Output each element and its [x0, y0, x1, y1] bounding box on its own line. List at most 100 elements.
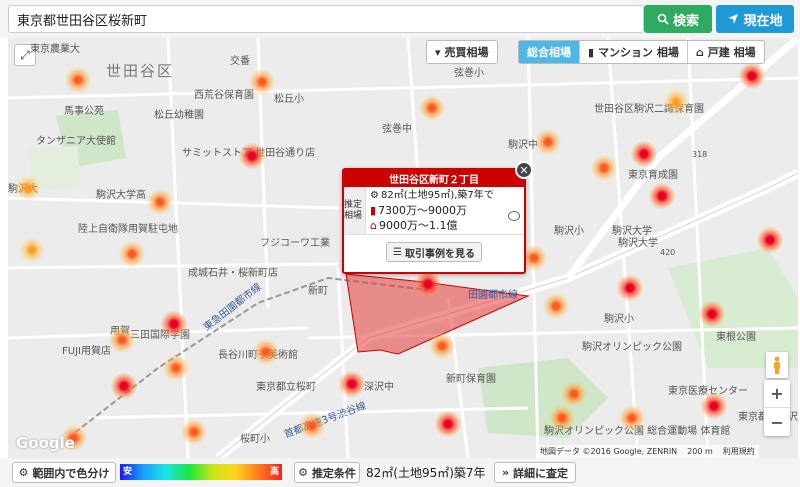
- comment-icon[interactable]: [508, 211, 520, 221]
- price-type-selector[interactable]: ▾ 売買相場: [426, 40, 498, 64]
- terms-link[interactable]: 利用規約: [723, 446, 755, 457]
- color-scale-bar: 安 高: [120, 464, 282, 480]
- heat-point[interactable]: [619, 405, 645, 431]
- heat-point[interactable]: [631, 141, 657, 167]
- heat-point[interactable]: [543, 293, 569, 319]
- map-label: 新町保育園: [446, 374, 496, 385]
- tab-overall[interactable]: 総合相場: [519, 41, 580, 63]
- heat-point[interactable]: [649, 183, 675, 209]
- map-label: 駒沢小: [604, 314, 634, 325]
- heat-point[interactable]: [701, 393, 727, 419]
- map-label: 駒沢小: [554, 226, 584, 237]
- condition-text: 82㎡(土地95㎡)築7年: [366, 466, 486, 480]
- map-label: 駒沢大学高: [96, 190, 146, 201]
- heat-point[interactable]: [699, 301, 725, 327]
- heat-point[interactable]: [435, 411, 461, 437]
- heat-point[interactable]: [163, 355, 189, 381]
- map-label: 東京育成園: [628, 170, 678, 181]
- current-location-button[interactable]: 現在地: [716, 5, 794, 33]
- house-icon: ⌂: [370, 219, 377, 232]
- search-button-label: 検索: [672, 13, 699, 29]
- map-label: 陸上自衛隊用賀駐屯地: [78, 224, 178, 235]
- heat-point[interactable]: [181, 419, 207, 445]
- color-range-button[interactable]: ⚙ 範囲内で色分け: [12, 462, 116, 483]
- expand-icon: ⤢: [20, 47, 30, 62]
- heat-point[interactable]: [15, 175, 41, 201]
- scale-low-label: 安: [123, 467, 133, 477]
- location-arrow-icon: [728, 14, 739, 24]
- heat-point[interactable]: [561, 381, 587, 407]
- heat-point[interactable]: [415, 271, 441, 297]
- scale-label: 200 m: [687, 447, 713, 456]
- heat-point[interactable]: [739, 63, 765, 89]
- heat-point[interactable]: [111, 373, 137, 399]
- heat-point[interactable]: [119, 241, 145, 267]
- search-button[interactable]: 検索: [644, 5, 712, 33]
- current-location-label: 現在地: [743, 13, 783, 29]
- heat-point[interactable]: [549, 405, 575, 431]
- chevron-down-icon: ▾: [435, 45, 441, 59]
- tab-house[interactable]: ⌂ 戸建 相場: [688, 41, 764, 63]
- heat-point[interactable]: [249, 69, 275, 95]
- tab-mansion[interactable]: ▮ マンション 相場: [580, 41, 688, 63]
- map-label: 西荒谷保育園: [194, 90, 254, 101]
- heat-point[interactable]: [535, 129, 561, 155]
- heat-point[interactable]: [617, 275, 643, 301]
- heat-point[interactable]: [253, 339, 279, 365]
- heat-point[interactable]: [339, 371, 365, 397]
- zoom-control: + −: [764, 380, 790, 436]
- search-icon: [657, 13, 669, 25]
- heat-point[interactable]: [299, 413, 325, 439]
- map-label: 松丘小: [274, 94, 304, 105]
- map-label: 田園都市線: [468, 290, 518, 301]
- heat-point[interactable]: [591, 155, 617, 181]
- map-label: 東京農業大: [30, 44, 80, 55]
- map-label: 東京都立桜町: [256, 382, 316, 393]
- gear-icon: ⚙: [370, 190, 379, 201]
- map-attribution: 地図データ ©2016 Google, ZENRIN 200 m 利用規約: [536, 445, 759, 458]
- zoom-out-button[interactable]: −: [764, 408, 790, 436]
- gear-icon: ⚙: [18, 466, 29, 479]
- google-logo: Google: [16, 434, 75, 452]
- heat-point[interactable]: [161, 311, 187, 337]
- map-label: 成城石井・桜新町店: [188, 268, 278, 279]
- property-type-tabs: 総合相場 ▮ マンション 相場 ⌂ 戸建 相場: [518, 40, 765, 64]
- popup-side-label: 推定相場: [344, 187, 366, 234]
- map-label: 駒沢中: [508, 140, 538, 151]
- list-icon: ☰: [393, 246, 402, 258]
- heat-point[interactable]: [65, 67, 91, 93]
- map-label: 新町: [308, 286, 328, 297]
- heat-point[interactable]: [109, 327, 135, 353]
- price-type-button[interactable]: ▾ 売買相場: [427, 41, 497, 63]
- bottom-toolbar: ⚙ 範囲内で色分け 安 高 ⚙ 推定条件 82㎡(土地95㎡)築7年 » 詳細に…: [0, 458, 800, 487]
- zoom-in-button[interactable]: +: [764, 380, 790, 408]
- map[interactable]: ⤢ ▾ 売買相場 総合相場 ▮ マンション 相場 ⌂ 戸建 相場 世田谷区 東京…: [8, 38, 798, 458]
- heat-point[interactable]: [147, 189, 173, 215]
- chevron-right-icon: »: [501, 466, 510, 479]
- heat-point[interactable]: [19, 237, 45, 263]
- heat-point[interactable]: [239, 143, 265, 169]
- popup-condition: 82㎡(土地95㎡),築7年で: [380, 190, 494, 201]
- search-input[interactable]: [8, 5, 644, 33]
- map-label: 駒沢大学: [618, 238, 658, 249]
- estimate-conditions-button[interactable]: ⚙ 推定条件: [294, 462, 360, 483]
- search-bar: 検索 現在地: [0, 0, 800, 38]
- map-label: 交番: [230, 56, 250, 67]
- gear-icon: ⚙: [298, 466, 308, 479]
- popup-title: 世田谷区新町２丁目: [344, 170, 524, 187]
- heat-point[interactable]: [419, 95, 445, 121]
- map-label: 318: [692, 150, 708, 159]
- map-label: 世田谷区: [106, 62, 175, 80]
- heat-point[interactable]: [757, 227, 783, 253]
- map-label: 馬事公苑: [64, 106, 104, 117]
- popup-mansion-range: 7300万〜9000万: [378, 204, 468, 217]
- detailed-assessment-button[interactable]: » 詳細に査定: [494, 462, 576, 483]
- map-label: 弦巻小: [454, 68, 484, 79]
- heat-point[interactable]: [429, 333, 455, 359]
- close-icon[interactable]: ✕: [515, 161, 533, 179]
- street-view-button[interactable]: [766, 352, 788, 378]
- heat-point[interactable]: [663, 89, 689, 115]
- scale-high-label: 高: [269, 467, 279, 477]
- view-records-button[interactable]: ☰ 取引事例を見る: [386, 242, 482, 262]
- map-label: FUJI用賀店: [62, 346, 111, 357]
